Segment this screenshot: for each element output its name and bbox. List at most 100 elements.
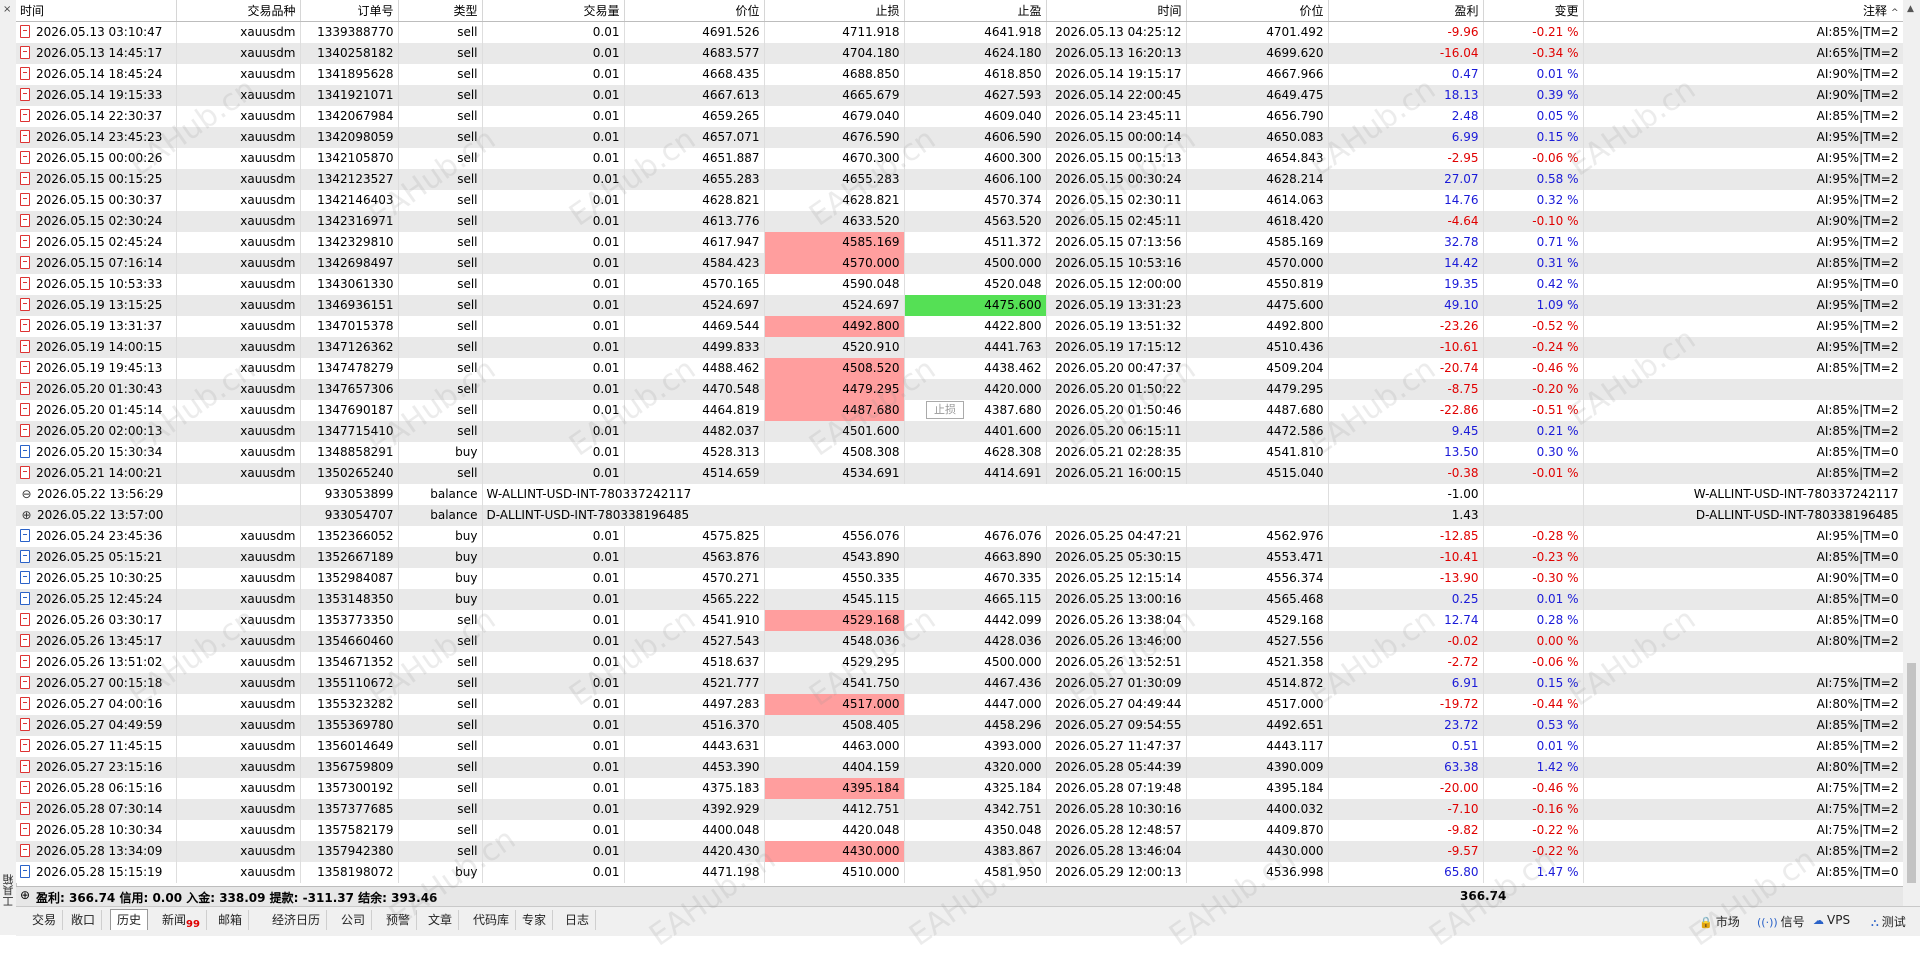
column-header[interactable]: 盈利: [1328, 0, 1484, 22]
column-header[interactable]: 价位: [1186, 0, 1329, 22]
status-tester[interactable]: ⛬ 测试: [1871, 913, 1906, 930]
trade-row[interactable]: 2026.05.15 00:00:26 xauusdm 1342105870 sell…: [16, 147, 1903, 169]
trade-row[interactable]: 2026.05.24 23:45:36 xauusdm 1352366052 buy 0…: [16, 525, 1903, 547]
profit-cell: -2.72: [1328, 651, 1484, 673]
trade-row[interactable]: 2026.05.26 13:51:02 xauusdm 1354671352 sell…: [16, 651, 1903, 673]
trade-row[interactable]: 2026.05.20 02:00:13 xauusdm 1347715410 sell…: [16, 420, 1903, 442]
column-header[interactable]: 时间: [1046, 0, 1187, 22]
order-cell: 1340258182: [300, 42, 399, 64]
trade-row[interactable]: 2026.05.27 23:15:16 xauusdm 1356759809 sell…: [16, 756, 1903, 778]
column-header[interactable]: 时间: [16, 0, 177, 22]
profit-cell: 2.48: [1328, 105, 1484, 127]
column-header[interactable]: 止损: [764, 0, 905, 22]
column-header[interactable]: 注释 ^: [1583, 0, 1903, 22]
column-header[interactable]: 价位: [624, 0, 765, 22]
trade-row[interactable]: 2026.05.14 23:45:23 xauusdm 1342098059 sell…: [16, 126, 1903, 148]
tab-6[interactable]: 公司: [335, 910, 373, 930]
column-header[interactable]: 变更: [1483, 0, 1584, 22]
expand-icon[interactable]: ⊕: [20, 888, 30, 902]
tab-4[interactable]: 邮箱: [212, 910, 250, 930]
type-cell: sell: [398, 630, 483, 652]
trade-row[interactable]: 2026.05.14 19:15:33 xauusdm 1341921071 sell…: [16, 84, 1903, 106]
change-cell: 0.01 %: [1483, 588, 1584, 610]
trade-row[interactable]: 2026.05.27 04:00:16 xauusdm 1355323282 sell…: [16, 693, 1903, 715]
column-header[interactable]: 止盈: [904, 0, 1047, 22]
tab-8[interactable]: 文章: [422, 910, 460, 930]
status-cloud[interactable]: ☁ VPS: [1813, 913, 1850, 927]
trade-row[interactable]: 2026.05.25 05:15:21 xauusdm 1352667189 buy 0…: [16, 546, 1903, 568]
change-cell: 0.15 %: [1483, 126, 1584, 148]
trade-row[interactable]: 2026.05.27 04:49:59 xauusdm 1355369780 sell…: [16, 714, 1903, 736]
tab-9[interactable]: 代码库: [467, 910, 517, 930]
trade-row[interactable]: 2026.05.19 19:45:13 xauusdm 1347478279 sell…: [16, 357, 1903, 379]
tab-7[interactable]: 预警: [380, 910, 418, 930]
column-header[interactable]: 交易品种: [176, 0, 301, 22]
type-cell: sell: [398, 651, 483, 673]
volume-cell: 0.01: [482, 861, 625, 883]
tab-5[interactable]: 经济日历: [266, 910, 328, 930]
take-profit-cell: 4641.918: [904, 21, 1047, 43]
trade-row[interactable]: 2026.05.15 02:45:24 xauusdm 1342329810 sell…: [16, 231, 1903, 253]
stop-loss-cell: 4548.036: [764, 630, 905, 652]
tab-3[interactable]: 新闻99: [156, 910, 207, 930]
open-price-cell: 4565.222: [624, 588, 765, 610]
symbol-cell: xauusdm: [176, 462, 301, 484]
trade-row[interactable]: 2026.05.15 00:30:37 xauusdm 1342146403 sell…: [16, 189, 1903, 211]
trade-row[interactable]: 2026.05.26 13:45:17 xauusdm 1354660460 sell…: [16, 630, 1903, 652]
trade-row[interactable]: 2026.05.13 14:45:17 xauusdm 1340258182 sell…: [16, 42, 1903, 64]
vertical-scrollbar[interactable]: ▲: [1903, 0, 1920, 906]
scrollbar-thumb[interactable]: [1907, 663, 1916, 883]
trade-row[interactable]: 2026.05.14 18:45:24 xauusdm 1341895628 sell…: [16, 63, 1903, 85]
tab-1[interactable]: 敞口: [65, 910, 103, 930]
column-header[interactable]: 交易量: [482, 0, 625, 22]
trade-row[interactable]: 2026.05.26 03:30:17 xauusdm 1353773350 sell…: [16, 609, 1903, 631]
trade-row[interactable]: 2026.05.28 06:15:16 xauusdm 1357300192 sell…: [16, 777, 1903, 799]
volume-cell: 0.01: [482, 462, 625, 484]
trade-row[interactable]: 2026.05.28 13:34:09 xauusdm 1357942380 sell…: [16, 840, 1903, 862]
trade-row[interactable]: 2026.05.19 13:31:37 xauusdm 1347015378 sell…: [16, 315, 1903, 337]
tab-2[interactable]: 历史: [110, 909, 149, 930]
trade-row[interactable]: 2026.05.25 12:45:24 xauusdm 1353148350 buy 0…: [16, 588, 1903, 610]
profit-cell: -16.04: [1328, 42, 1484, 64]
close-time-cell: 2026.05.27 04:49:44: [1046, 693, 1187, 715]
status-lock[interactable]: 🔒 市场: [1699, 913, 1740, 930]
trade-row[interactable]: 2026.05.28 10:30:34 xauusdm 1357582179 sell…: [16, 819, 1903, 841]
toolbox-sidebar: × 工具箱: [0, 0, 17, 935]
close-time-cell: 2026.05.13 04:25:12: [1046, 21, 1187, 43]
trade-row[interactable]: 2026.05.25 10:30:25 xauusdm 1352984087 buy 0…: [16, 567, 1903, 589]
trade-row[interactable]: 2026.05.20 01:30:43 xauusdm 1347657306 sell…: [16, 378, 1903, 400]
trade-row[interactable]: 2026.05.19 14:00:15 xauusdm 1347126362 sell…: [16, 336, 1903, 358]
trade-row[interactable]: 2026.05.19 13:15:25 xauusdm 1346936151 sell…: [16, 294, 1903, 316]
stop-loss-cell: 4529.295: [764, 651, 905, 673]
tab-11[interactable]: 日志: [559, 910, 597, 930]
trade-row[interactable]: 2026.05.28 15:15:19 xauusdm 1358198072 buy 0…: [16, 861, 1903, 883]
open-price-cell: 4482.037: [624, 420, 765, 442]
trade-row[interactable]: 2026.05.13 03:10:47 xauusdm 1339388770 sell…: [16, 21, 1903, 43]
trade-row[interactable]: 2026.05.20 15:30:34 xauusdm 1348858291 buy 0…: [16, 441, 1903, 463]
balance-row[interactable]: ⊖ 2026.05.22 13:56:29 933053899 balance W-AL…: [16, 483, 1903, 505]
status-signal[interactable]: ((·)) 信号: [1757, 913, 1805, 930]
trade-row[interactable]: 2026.05.27 00:15:18 xauusdm 1355110672 sell…: [16, 672, 1903, 694]
order-cell: 1350265240: [300, 462, 399, 484]
trade-row[interactable]: 2026.05.28 07:30:14 xauusdm 1357377685 sell…: [16, 798, 1903, 820]
trade-row[interactable]: 2026.05.15 02:30:24 xauusdm 1342316971 sell…: [16, 210, 1903, 232]
sell-deal-icon: [20, 109, 30, 122]
column-header[interactable]: 类型: [398, 0, 483, 22]
scroll-up-icon[interactable]: ▲: [1907, 4, 1914, 14]
take-profit-cell: 4467.436: [904, 672, 1047, 694]
trade-row[interactable]: 2026.05.21 14:00:21 xauusdm 1350265240 sell…: [16, 462, 1903, 484]
trade-row[interactable]: 2026.05.15 00:15:25 xauusdm 1342123527 sell…: [16, 168, 1903, 190]
close-icon[interactable]: ×: [3, 4, 11, 15]
trade-row[interactable]: 2026.05.15 10:53:33 xauusdm 1343061330 sell…: [16, 273, 1903, 295]
open-time-cell: 2026.05.28 10:30:34: [16, 819, 177, 841]
balance-row[interactable]: ⊕ 2026.05.22 13:57:00 933054707 balance D-AL…: [16, 504, 1903, 526]
trade-row[interactable]: 2026.05.27 11:45:15 xauusdm 1356014649 sell…: [16, 735, 1903, 757]
order-cell: 1343061330: [300, 273, 399, 295]
trade-row[interactable]: 2026.05.15 07:16:14 xauusdm 1342698497 sell…: [16, 252, 1903, 274]
column-header[interactable]: 订单号: [300, 0, 399, 22]
trade-row[interactable]: 2026.05.14 22:30:37 xauusdm 1342067984 sell…: [16, 105, 1903, 127]
take-profit-cell: 4609.040: [904, 105, 1047, 127]
tab-0[interactable]: 交易: [26, 910, 64, 930]
tab-10[interactable]: 专家: [516, 910, 554, 930]
volume-cell: 0.01: [482, 336, 625, 358]
